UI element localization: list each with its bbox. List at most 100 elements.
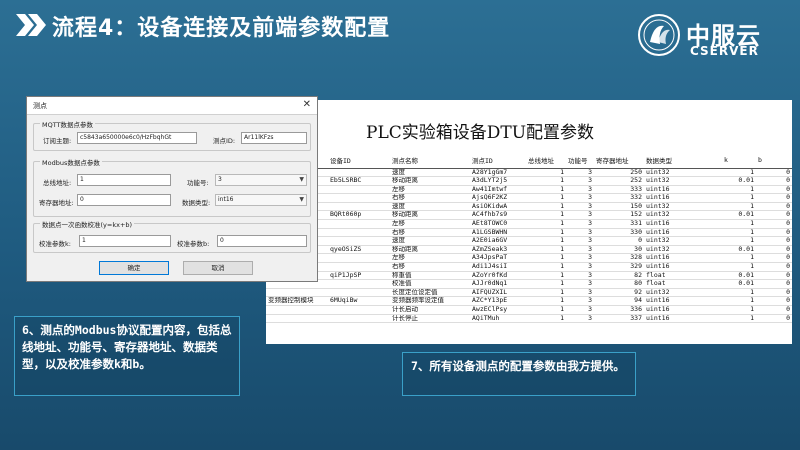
table-cell: 330 [594, 228, 644, 238]
table-cell: 3 [566, 193, 594, 203]
table-cell: 0.01 [722, 279, 756, 289]
table-cell: 1 [526, 168, 566, 178]
point-id-input[interactable]: Ar11lKFzs [241, 132, 307, 144]
table-cell: uint32 [644, 201, 722, 212]
table-cell: 0 [756, 270, 792, 281]
table-cell: 3 [566, 296, 594, 306]
table-cell: AEt8TOWC0 [470, 219, 526, 229]
table-cell: 0 [756, 253, 792, 264]
table-cell: 0.01 [722, 210, 756, 221]
table-cell: uint16 [644, 314, 722, 324]
table-cell: uint32 [644, 210, 722, 221]
table-cell: 1 [722, 168, 756, 178]
table-cell: 1 [722, 262, 756, 272]
data-type-value: int16 [218, 196, 234, 203]
table-cell: 1 [526, 176, 566, 186]
table-cell: float [644, 279, 722, 289]
table-cell: 30 [594, 245, 644, 255]
table-cell: 0 [756, 219, 792, 229]
table-cell: 1 [526, 185, 566, 195]
table-cell: 336 [594, 305, 644, 315]
k-input[interactable]: 1 [79, 235, 171, 247]
table-cell: 右移 [390, 262, 470, 272]
table-cell: AwzEClPsy [470, 305, 526, 315]
table-cell: 3 [566, 245, 594, 255]
topic-input[interactable]: c5843a650000e6c0/HzFbqhGt [77, 132, 197, 144]
column-header: 总线地址 [526, 152, 566, 169]
table-row: 左移 A34JpsPaT 1 3 328 uint16 1 0 [266, 253, 792, 264]
b-input[interactable]: 0 [217, 235, 307, 247]
table-cell: 1 [722, 296, 756, 306]
table-row: 右移 AjsQ6F2KZ 1 3 332 uint16 1 0 [266, 193, 792, 203]
table-cell: 1 [526, 210, 566, 221]
table-cell: float [644, 270, 722, 281]
register-address-input[interactable]: 0 [77, 194, 171, 206]
table-cell: 329 [594, 262, 644, 272]
table-cell: 1 [526, 305, 566, 315]
table-cell: 右移 [390, 193, 470, 203]
b-label: 校准参数b: [177, 240, 210, 248]
table-cell: uint32 [644, 245, 722, 255]
table-cell: 252 [594, 176, 644, 186]
cancel-button[interactable]: 取消 [183, 261, 253, 275]
dialog-title: 测点 [33, 102, 47, 110]
table-body: 速度A28Y1gGm713250uint3210机Eb5LSRBC移动距离A3d… [266, 168, 792, 324]
table-cell: AZC*Y13pE [470, 296, 526, 306]
logo-seal-icon [638, 14, 680, 56]
table-cell: 1 [722, 219, 756, 229]
table-cell: 92 [594, 287, 644, 298]
table-cell: 6MUqiBw [328, 296, 390, 306]
table-cell: 3 [566, 185, 594, 195]
data-type-select[interactable]: int16 ▼ [215, 194, 307, 206]
table-cell: 1 [526, 279, 566, 289]
table-cell [328, 185, 390, 195]
table-cell [266, 287, 328, 298]
table-cell: 94 [594, 296, 644, 306]
table-cell [328, 219, 390, 229]
function-code-select[interactable]: 3 ▼ [215, 174, 307, 186]
table-cell [328, 201, 390, 212]
table-cell: 右移 [390, 228, 470, 238]
table-cell: 0 [756, 176, 792, 186]
table-cell: 0 [756, 279, 792, 289]
table-cell: 1 [722, 193, 756, 203]
modbus-group: Modbus数据点参数 [33, 157, 311, 217]
table-cell: 1 [526, 193, 566, 203]
calibration-group-title: 数据点一次函数校准(y=kx+b) [40, 219, 135, 229]
table-cell: 校准值 [390, 279, 470, 289]
table-cell: 0 [756, 314, 792, 324]
data-type-label: 数据类型: [182, 199, 211, 207]
table-cell [266, 314, 328, 324]
logo-english-text: CSERVER [690, 44, 759, 58]
ok-button[interactable]: 确定 [99, 261, 169, 275]
table-cell [328, 262, 390, 272]
table-row: 速度 A2E0ia6GV 1 3 0 uint32 1 0 [266, 236, 792, 246]
table-cell [328, 287, 390, 298]
table-cell: uint32 [644, 168, 722, 178]
table-cell: 1 [526, 253, 566, 264]
table-cell: 1 [722, 185, 756, 195]
table-cell: 328 [594, 253, 644, 264]
table-cell [328, 236, 390, 246]
close-icon[interactable]: ✕ [303, 99, 311, 110]
table-cell: AJJr0dNq1 [470, 279, 526, 289]
table-row: 左移 Aw41Imtwf 1 3 333 uint16 1 0 [266, 185, 792, 195]
table-cell: 3 [566, 314, 594, 324]
table-cell: 0 [756, 245, 792, 255]
table-cell: 250 [594, 168, 644, 178]
column-header: 设备ID [328, 152, 390, 169]
table-cell: A34JpsPaT [470, 253, 526, 264]
table-cell: 0 [756, 296, 792, 306]
table-cell: 3 [566, 236, 594, 246]
column-header: 测点名称 [390, 152, 470, 169]
table-cell: uint16 [644, 296, 722, 306]
table-cell: 速度 [390, 236, 470, 246]
table-cell: 3 [566, 305, 594, 315]
table-cell: 左移 [390, 219, 470, 229]
column-header: k [722, 152, 756, 169]
table-cell: 0 [756, 287, 792, 298]
table-cell: 3 [566, 210, 594, 221]
bus-address-input[interactable]: 1 [77, 174, 171, 186]
table-cell: 变频器控制模块 [266, 296, 328, 306]
chevron-down-icon: ▼ [299, 196, 304, 203]
